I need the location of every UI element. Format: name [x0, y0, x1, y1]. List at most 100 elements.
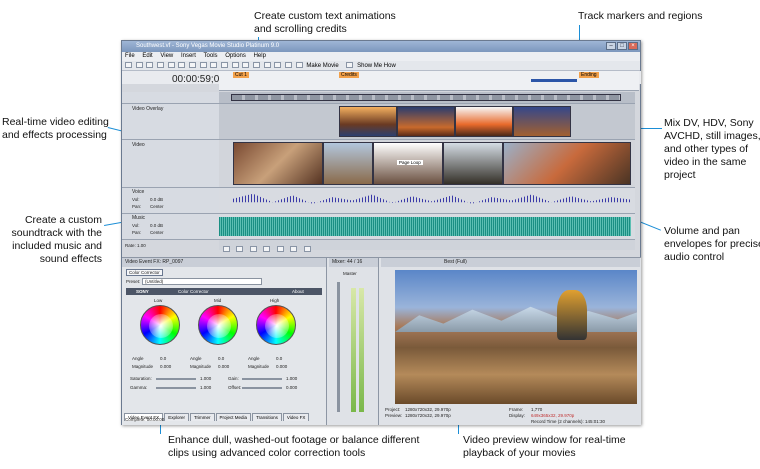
marker-cut1[interactable]: Cut 1 — [233, 72, 249, 78]
go-to-start-icon[interactable] — [290, 245, 298, 252]
pan-value: Center — [150, 204, 164, 209]
undo-icon[interactable] — [199, 62, 207, 69]
marker-credits[interactable]: Credits — [339, 72, 359, 78]
track-video-overlay[interactable] — [219, 104, 635, 140]
text-clip[interactable] — [231, 94, 621, 101]
selection-tool-icon[interactable] — [274, 62, 282, 69]
menu-options[interactable]: Options — [225, 53, 246, 59]
tab-trimmer[interactable]: Trimmer — [189, 413, 215, 421]
track-video[interactable]: Page Loop — [219, 140, 635, 188]
track-header-music[interactable]: Music Vol: 0.0 dB Pan: Center — [122, 214, 219, 240]
gamma-slider[interactable] — [156, 387, 196, 389]
tab-project-media[interactable]: Project Media — [215, 413, 252, 421]
color-wheel-high[interactable] — [256, 305, 296, 345]
stop-icon[interactable] — [276, 245, 284, 252]
auto-ripple-icon[interactable] — [231, 62, 239, 69]
maximize-button[interactable]: □ — [617, 42, 627, 50]
play-icon[interactable] — [249, 245, 257, 252]
make-movie-button[interactable]: Make Movie — [306, 63, 338, 69]
offset-value[interactable]: 0.000 — [286, 385, 297, 390]
video-clip[interactable] — [513, 106, 571, 137]
track-voice[interactable] — [219, 188, 635, 214]
offset-label: Offset: — [228, 385, 242, 390]
preview-quality-dropdown[interactable]: Best (Full) — [444, 259, 467, 265]
record-icon[interactable] — [223, 245, 230, 252]
track-header-video[interactable]: Video — [122, 140, 219, 188]
video-clip[interactable] — [323, 142, 373, 185]
preview-image — [395, 270, 637, 404]
new-icon[interactable] — [125, 62, 132, 69]
track-header-text[interactable] — [122, 92, 219, 104]
pan-label: Pan: — [132, 204, 142, 209]
magnitude-value[interactable]: 0.000 — [160, 364, 171, 369]
saturation-value[interactable]: 1.000 — [200, 376, 211, 381]
saturation-label: Saturation: — [130, 376, 152, 381]
offset-slider[interactable] — [242, 387, 282, 389]
video-clip[interactable] — [503, 142, 631, 185]
show-me-how-button[interactable]: Show Me How — [357, 63, 396, 69]
angle-value[interactable]: 0.0 — [160, 356, 166, 361]
master-fader[interactable] — [337, 282, 340, 412]
loop-region[interactable] — [531, 79, 577, 82]
about-button[interactable]: About — [292, 289, 304, 294]
saturation-slider[interactable] — [156, 378, 196, 380]
properties-icon[interactable] — [157, 62, 165, 69]
tab-transitions[interactable]: Transitions — [252, 413, 282, 421]
pan-value: Center — [150, 230, 164, 235]
menu-insert[interactable]: Insert — [181, 53, 196, 59]
timeline-ruler[interactable]: Cut 1 Credits Ending — [219, 71, 639, 91]
color-wheel-low[interactable] — [140, 305, 180, 345]
show-me-how-icon[interactable] — [346, 62, 354, 69]
go-to-end-icon[interactable] — [303, 245, 311, 252]
paste-icon[interactable] — [189, 62, 197, 69]
video-clip[interactable] — [233, 142, 323, 185]
open-icon[interactable] — [135, 62, 143, 69]
video-event-fx-panel: Video Event FX: RP_0097 Color Corrector … — [122, 258, 327, 425]
tab-video-fx[interactable]: Video FX — [282, 413, 310, 421]
redo-icon[interactable] — [210, 62, 218, 69]
preview-label: Preview: — [385, 413, 403, 418]
normal-edit-tool-icon[interactable] — [253, 62, 261, 69]
track-text[interactable] — [219, 92, 635, 104]
menu-tools[interactable]: Tools — [204, 53, 218, 59]
track-header-video-overlay[interactable]: Video Overlay — [122, 104, 219, 140]
copy-icon[interactable] — [178, 62, 186, 69]
pause-icon[interactable] — [263, 245, 271, 252]
close-button[interactable]: × — [628, 42, 638, 50]
video-clip[interactable] — [339, 106, 397, 137]
vu-meter-left — [351, 288, 356, 412]
video-clip[interactable] — [443, 142, 503, 185]
preset-dropdown[interactable]: (Untitled) — [142, 278, 262, 285]
menu-edit[interactable]: Edit — [142, 53, 152, 59]
rate-label: Rate: 1.00 — [125, 243, 146, 248]
video-clip[interactable] — [455, 106, 513, 137]
save-icon[interactable] — [146, 62, 154, 69]
track-name: Voice — [132, 189, 145, 195]
make-movie-icon[interactable] — [295, 62, 303, 69]
magnitude-value[interactable]: 0.000 — [276, 364, 287, 369]
menu-file[interactable]: File — [125, 53, 135, 59]
zoom-tool-icon[interactable] — [285, 62, 293, 69]
menu-help[interactable]: Help — [254, 53, 266, 59]
lock-envelopes-icon[interactable] — [242, 62, 250, 69]
gain-value[interactable]: 1.000 — [286, 376, 297, 381]
marker-ending[interactable]: Ending — [579, 72, 599, 78]
minimize-button[interactable]: – — [606, 42, 616, 50]
menu-bar: File Edit View Insert Tools Options Help — [122, 52, 640, 61]
gamma-value[interactable]: 1.000 — [200, 385, 211, 390]
color-wheel-mid[interactable] — [198, 305, 238, 345]
envelope-tool-icon[interactable] — [263, 62, 271, 69]
track-music[interactable] — [219, 214, 635, 240]
gain-slider[interactable] — [242, 378, 282, 380]
effect-chain-button[interactable]: Color Corrector — [126, 269, 163, 276]
menu-view[interactable]: View — [160, 53, 173, 59]
angle-value[interactable]: 0.0 — [218, 356, 224, 361]
loop-icon[interactable] — [236, 245, 244, 252]
video-clip[interactable] — [397, 106, 455, 137]
snap-icon[interactable] — [221, 62, 229, 69]
track-header-voice[interactable]: Voice Vol: 0.0 dB Pan: Center — [122, 188, 219, 214]
angle-value[interactable]: 0.0 — [276, 356, 282, 361]
cut-icon[interactable] — [167, 62, 175, 69]
tab-explorer[interactable]: Explorer — [164, 413, 189, 421]
magnitude-value[interactable]: 0.000 — [218, 364, 229, 369]
